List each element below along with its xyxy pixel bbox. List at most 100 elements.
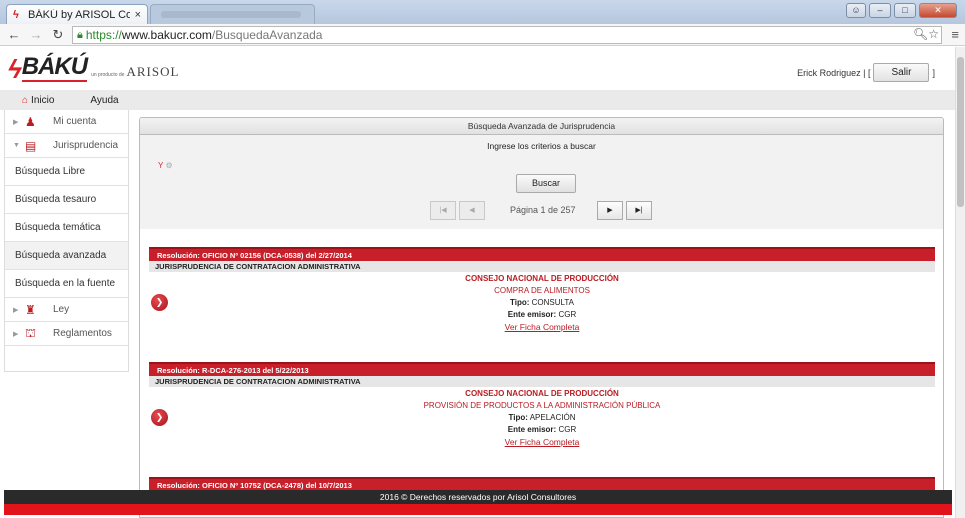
- sidebar-item-label: Jurisprudencia: [53, 140, 119, 151]
- result-entity: CONSEJO NACIONAL DE PRODUCCIÓN: [465, 389, 619, 398]
- tipo-label: Tipo:: [508, 413, 528, 422]
- lock-icon: 🔒︎: [77, 28, 83, 41]
- result-subject: COMPRA DE ALIMENTOS: [494, 286, 590, 295]
- result-emisor: Ente emisor: CGR: [149, 425, 935, 434]
- search-criteria: Ingrese los criterios a buscar Y ⚙ Busca…: [140, 135, 943, 229]
- menu-label: Ayuda: [90, 94, 119, 106]
- lightning-bolt-icon: ϟ: [8, 54, 22, 84]
- pager: |◀ ◀ Página 1 de 257 ▶ ▶|: [140, 201, 943, 221]
- window-close-icon[interactable]: ✕: [919, 3, 957, 18]
- result-subject: PROVISIÓN DE PRODUCTOS A LA ADMINISTRACI…: [423, 401, 661, 410]
- emisor-value: CGR: [558, 425, 577, 434]
- next-page-icon[interactable]: ▶: [597, 201, 623, 220]
- logo-company: ARISOL: [126, 64, 180, 79]
- minimize-icon[interactable]: –: [869, 3, 891, 18]
- sidebar-item-busqueda-fuente[interactable]: Búsqueda en la fuente: [5, 270, 128, 298]
- result-card: Resolución: R-DCA-276-2013 del 5/22/2013…: [149, 362, 935, 452]
- menu-item-ayuda[interactable]: Ayuda: [90, 95, 118, 106]
- result-category: JURISPRUDENCIA DE CONTRATACION ADMINISTR…: [149, 261, 935, 272]
- panel-title: Búsqueda Avanzada de Jurisprudencia: [140, 118, 943, 135]
- home-icon: ⌂: [22, 94, 29, 106]
- emisor-value: CGR: [558, 310, 577, 319]
- result-header: Resolución: OFICIO Nº 10752 (DCA-2478) d…: [149, 477, 935, 491]
- caret-right-icon: ▶: [13, 306, 19, 314]
- url-path: /BusquedaAvanzada: [211, 28, 323, 42]
- gear-small-icon[interactable]: ⚙: [165, 161, 172, 170]
- tab-title: BÁKÚ by ARISOL Consulto: [28, 8, 130, 21]
- caret-right-icon: ▶: [13, 330, 19, 338]
- sidebar-item-mi-cuenta[interactable]: ▶ ♟ Mi cuenta: [5, 110, 128, 134]
- profile-icon[interactable]: ☺: [846, 3, 866, 18]
- sidebar-item-busqueda-tesauro[interactable]: Búsqueda tesauro: [5, 186, 128, 214]
- emisor-label: Ente emisor:: [507, 310, 557, 319]
- logo-producto: un producto de: [91, 72, 125, 78]
- back-icon[interactable]: ←: [6, 27, 22, 42]
- caret-right-icon: ▶: [13, 118, 19, 126]
- logout-button[interactable]: Salir: [873, 63, 930, 82]
- address-bar[interactable]: 🔒︎ https://www.bakucr.com/BusquedaAvanza…: [72, 26, 942, 44]
- search-button[interactable]: Buscar: [516, 174, 576, 193]
- browser-toolbar: ← → ↻ 🔒︎ https://www.bakucr.com/Busqueda…: [0, 24, 965, 46]
- sidebar-item-busqueda-libre[interactable]: Búsqueda Libre: [5, 158, 128, 186]
- sidebar-item-ley[interactable]: ▶ ♜ Ley: [5, 298, 128, 322]
- tipo-value: CONSULTA: [531, 298, 574, 307]
- maximize-icon[interactable]: □: [894, 3, 916, 18]
- sidebar-item-busqueda-avanzada[interactable]: Búsqueda avanzada: [5, 242, 128, 270]
- y-label: Y: [158, 161, 164, 170]
- browser-titlebar: ϟ BÁKÚ by ARISOL Consulto × ☺ – □ ✕: [0, 0, 965, 24]
- first-page-icon[interactable]: |◀: [430, 201, 456, 220]
- prev-page-icon[interactable]: ◀: [459, 201, 485, 220]
- ver-ficha-link[interactable]: Ver Ficha Completa: [149, 322, 935, 332]
- result-tipo: Tipo: APELACIÓN: [149, 413, 935, 422]
- criteria-prompt: Ingrese los criterios a buscar: [487, 141, 596, 151]
- browser-tab[interactable]: ϟ BÁKÚ by ARISOL Consulto ×: [6, 4, 148, 24]
- result-emisor: Ente emisor: CGR: [149, 310, 935, 319]
- result-entity: CONSEJO NACIONAL DE PRODUCCIÓN: [465, 274, 619, 283]
- tipo-label: Tipo:: [509, 298, 530, 307]
- ver-ficha-link[interactable]: Ver Ficha Completa: [149, 437, 935, 447]
- caret-down-icon: ▼: [13, 142, 20, 149]
- page-info: Página 1 de 257: [510, 205, 576, 215]
- result-body: ❯ CONSEJO NACIONAL DE PRODUCCIÓN PROVISI…: [149, 387, 935, 452]
- sidebar-item-busqueda-tematica[interactable]: Búsqueda temática: [5, 214, 128, 242]
- baku-logo[interactable]: ϟ BÁKÚ un producto de ARISOL: [8, 54, 179, 82]
- user-icon: ♟: [25, 114, 36, 129]
- logo-brand: BÁKÚ: [21, 53, 88, 82]
- building-icon: ⛫: [25, 325, 37, 340]
- reload-icon[interactable]: ↻: [50, 27, 66, 43]
- zoom-star-icons[interactable]: 🔍︎☆: [913, 27, 939, 41]
- tab-close-icon[interactable]: ×: [135, 9, 141, 21]
- sidebar-item-jurisprudencia[interactable]: ▼ ▤ Jurisprudencia: [5, 134, 128, 158]
- web-page: ϟ BÁKÚ un producto de ARISOL Erick Rodri…: [0, 47, 955, 518]
- result-header: Resolución: OFICIO Nº 02156 (DCA-0538) d…: [149, 247, 935, 261]
- baku-favicon-icon: ϟ: [13, 8, 19, 21]
- user-area: Erick Rodriguez | [ Salir ]: [797, 63, 935, 82]
- user-bracket: ]: [932, 67, 935, 78]
- main-menubar: ⌂ Inicio Ayuda: [0, 90, 955, 110]
- menu-item-inicio[interactable]: ⌂ Inicio: [22, 95, 54, 106]
- result-tipo: Tipo: CONSULTA: [149, 298, 935, 307]
- page-scrollbar[interactable]: [955, 47, 965, 518]
- footer-accent-bar: [4, 504, 952, 515]
- emisor-label: Ente emisor:: [507, 425, 557, 434]
- url-scheme: https://: [85, 28, 122, 42]
- scrollbar-thumb[interactable]: [957, 57, 964, 207]
- site-header: ϟ BÁKÚ un producto de ARISOL Erick Rodri…: [0, 47, 955, 90]
- user-name: Erick Rodriguez | [: [797, 67, 871, 78]
- results-list: Resolución: OFICIO Nº 02156 (DCA-0538) d…: [149, 247, 935, 518]
- result-category: JURISPRUDENCIA DE CONTRATACION ADMINISTR…: [149, 376, 935, 387]
- browser-menu-icon[interactable]: ≡: [951, 27, 959, 42]
- last-page-icon[interactable]: ▶|: [626, 201, 652, 220]
- forward-icon[interactable]: →: [28, 27, 44, 42]
- menu-label: Inicio: [31, 94, 55, 106]
- browser-tab-2[interactable]: [150, 4, 315, 24]
- tipo-value: APELACIÓN: [529, 413, 576, 422]
- blurred-tab-title: [161, 11, 301, 18]
- window-controls: ☺ – □ ✕: [846, 3, 957, 18]
- sidebar-item-label: Reglamentos: [53, 328, 112, 339]
- gavel-book-icon: ▤: [25, 138, 37, 153]
- sidebar: ▶ ♟ Mi cuenta ▼ ▤ Jurisprudencia Búsqued…: [4, 110, 129, 372]
- sidebar-item-label: Ley: [53, 304, 70, 315]
- sidebar-item-reglamentos[interactable]: ▶ ⛫ Reglamentos: [5, 322, 128, 346]
- y-operator[interactable]: Y ⚙: [158, 161, 173, 170]
